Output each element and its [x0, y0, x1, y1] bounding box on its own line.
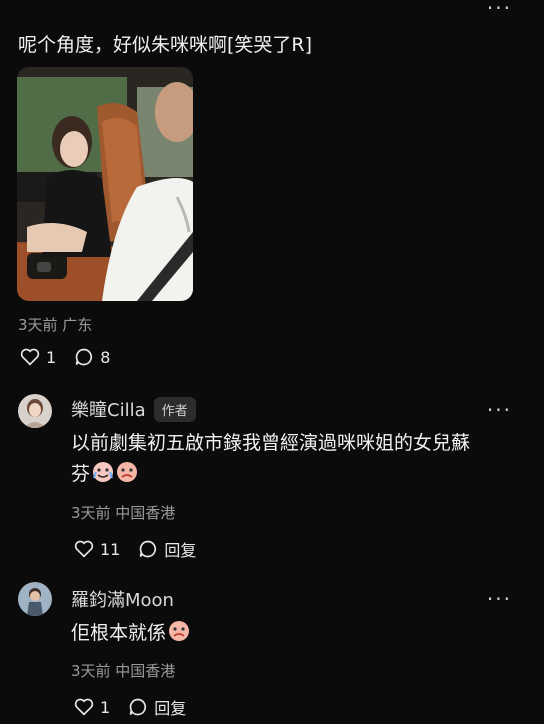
reply-button[interactable]: 回复: [128, 695, 186, 719]
like-button[interactable]: 1: [20, 348, 56, 367]
reply-label: 回复: [164, 541, 197, 560]
author-badge: 作者: [153, 396, 196, 422]
comment-like-count: 1: [100, 697, 111, 717]
comment-header: 樂瞳Cilla 作者: [71, 396, 196, 422]
comment-username[interactable]: 樂瞳Cilla: [71, 396, 146, 422]
cry-laugh-emoji-icon: [92, 461, 114, 493]
reply-button[interactable]: 回复: [138, 537, 196, 561]
comment-like-count: 11: [100, 539, 121, 559]
top-more-icon[interactable]: ···: [487, 0, 512, 18]
comment-actions: 11 回复: [74, 537, 214, 561]
comment-text: 以前劇集初五啟市錄我曾經演過咪咪姐的女兒蘇 芬: [71, 428, 470, 493]
comment-username[interactable]: 羅鈞滿Moon: [71, 586, 174, 612]
comment-meta: 3天前 中国香港: [71, 662, 176, 680]
post-text: 呢个角度，好似朱咪咪啊[笑哭了R]: [18, 34, 313, 56]
comment-meta: 3天前 中国香港: [71, 504, 176, 522]
reply-label: 回复: [154, 699, 187, 718]
comment-button[interactable]: 8: [74, 347, 110, 367]
comment-like-button[interactable]: 1: [74, 698, 110, 717]
comment-text: 佢根本就係: [71, 618, 190, 652]
heart-icon: [74, 540, 94, 558]
comment-icon: [75, 348, 93, 366]
comment-more-icon[interactable]: ···: [487, 398, 512, 422]
comment-like-button[interactable]: 11: [74, 540, 120, 559]
avatar[interactable]: [18, 394, 52, 428]
post-actions: 1 8: [20, 347, 128, 367]
comment-actions: 1 回复: [74, 695, 204, 719]
avatar-image: [18, 582, 52, 616]
like-count: 1: [46, 347, 57, 367]
car-interior-photo: [17, 67, 193, 301]
reply-icon: [129, 698, 147, 716]
post-meta: 3天前 广东: [18, 316, 93, 334]
comment-more-icon[interactable]: ···: [487, 587, 512, 611]
avatar-image: [18, 394, 52, 428]
comment-count: 8: [100, 347, 111, 367]
comment-header: 羅鈞滿Moon: [71, 586, 174, 612]
post-image[interactable]: [17, 67, 193, 301]
avatar[interactable]: [18, 582, 52, 616]
sad-emoji-icon: [116, 461, 138, 493]
sad-emoji-icon: [168, 620, 190, 652]
heart-icon: [74, 698, 94, 716]
heart-icon: [20, 348, 40, 366]
reply-icon: [140, 540, 157, 558]
